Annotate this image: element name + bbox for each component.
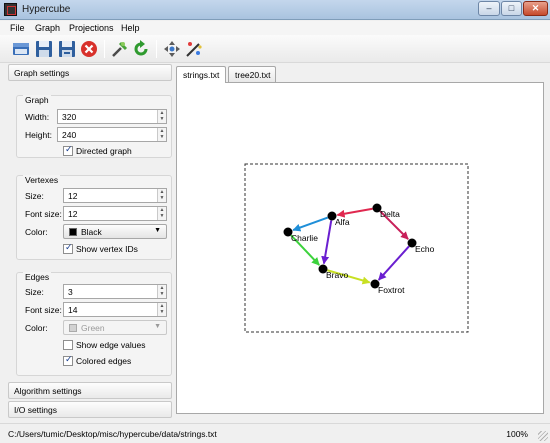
graph-vertex-label-delta: Delta: [380, 209, 400, 219]
edge-size-spinbox[interactable]: 3 ▲ ▼: [63, 284, 167, 299]
toolbar-separator: [156, 40, 157, 58]
edges-group-label: Edges: [23, 272, 52, 282]
app-icon: [4, 3, 17, 16]
vertex-color-swatch: [69, 228, 77, 236]
directed-graph-label: Directed graph: [76, 146, 132, 156]
edge-color-value: Green: [81, 323, 105, 333]
maximize-button[interactable]: □: [501, 1, 522, 16]
toolbar: [0, 35, 550, 63]
status-file-path: C:/Users/tumic/Desktop/misc/hypercube/da…: [8, 429, 217, 439]
menu-help[interactable]: Help: [121, 23, 140, 33]
show-vertex-ids-checkbox[interactable]: [63, 242, 73, 254]
show-vertex-ids-label: Show vertex IDs: [76, 244, 138, 254]
vertex-color-value: Black: [81, 227, 102, 237]
vertex-size-spin-arrows[interactable]: ▲ ▼: [157, 189, 166, 202]
width-spinbox[interactable]: 320 ▲ ▼: [57, 109, 167, 124]
vertex-size-spinbox[interactable]: 12 ▲ ▼: [63, 188, 167, 203]
edge-color-label: Color:: [25, 323, 48, 333]
vertex-color-label: Color:: [25, 227, 48, 237]
edges-group: Edges Size: 3 ▲ ▼ Font size: 14 ▲ ▼ Color:…: [16, 272, 172, 376]
close-file-icon[interactable]: [79, 39, 99, 59]
resize-grip[interactable]: [538, 431, 548, 441]
open-icon[interactable]: [11, 39, 31, 59]
save-as-icon[interactable]: [57, 39, 77, 59]
chevron-down-icon: ▼: [154, 323, 161, 330]
edge-color-combo[interactable]: Green ▼: [63, 320, 167, 335]
chevron-down-icon: ▼: [154, 227, 161, 234]
edge-font-size-label: Font size:: [25, 305, 62, 315]
transform-icon[interactable]: [110, 39, 130, 59]
graph-edge-alfa-bravo: [321, 220, 333, 265]
vertexes-group-label: Vertexes: [23, 175, 61, 185]
menu-projections[interactable]: Projections: [69, 23, 114, 33]
width-spin-arrows[interactable]: ▲ ▼: [157, 110, 166, 123]
graph-canvas[interactable]: Delta Alfa Charlie Echo Bravo Foxtrot: [176, 82, 544, 414]
graph-group-label: Graph: [23, 95, 51, 105]
save-icon[interactable]: [34, 39, 54, 59]
status-zoom: 100%: [506, 429, 528, 439]
graph-edge-delta-alfa: [336, 207, 373, 218]
vertexes-group: Vertexes Size: 12 ▲ ▼ Font size: 12 ▲ ▼ Co…: [16, 175, 172, 260]
vertex-font-size-spin-arrows[interactable]: ▲ ▼: [157, 207, 166, 220]
colored-edges-label: Colored edges: [76, 356, 132, 366]
graph-vertex-label-foxtrot: Foxtrot: [378, 285, 405, 295]
graph-vertex-label-charlie: Charlie: [291, 233, 318, 243]
edge-font-size-value: 14: [68, 305, 78, 315]
close-window-button[interactable]: ✕: [523, 1, 548, 16]
menu-bar: File Graph Projections Help: [0, 21, 550, 35]
graph-bounding-box: [244, 163, 469, 333]
status-bar: C:/Users/tumic/Desktop/misc/hypercube/da…: [0, 423, 550, 443]
height-value: 240: [62, 130, 77, 140]
minimize-button[interactable]: –: [478, 1, 500, 16]
vertex-color-combo[interactable]: Black ▼: [63, 224, 167, 239]
tab-strings[interactable]: strings.txt: [176, 66, 226, 83]
color-icon[interactable]: [184, 39, 204, 59]
menu-file[interactable]: File: [10, 23, 25, 33]
vertex-font-size-spinbox[interactable]: 12 ▲ ▼: [63, 206, 167, 221]
toolbar-separator: [104, 40, 105, 58]
width-value: 320: [62, 112, 77, 122]
graph-view[interactable]: Delta Alfa Charlie Echo Bravo Foxtrot: [177, 83, 543, 413]
window-title: Hypercube: [22, 4, 71, 15]
edge-size-spin-arrows[interactable]: ▲ ▼: [157, 285, 166, 298]
menu-graph[interactable]: Graph: [35, 23, 60, 33]
title-bar: Hypercube – □ ✕: [0, 0, 550, 20]
directed-graph-checkbox[interactable]: [63, 144, 73, 156]
show-edge-values-checkbox[interactable]: [63, 340, 73, 350]
graph-vertex-label-echo: Echo: [415, 244, 435, 254]
graph-settings-header[interactable]: Graph settings: [8, 64, 172, 81]
edge-color-swatch: [69, 324, 77, 332]
graph-vertex-label-alfa: Alfa: [335, 217, 350, 227]
refresh-icon[interactable]: [131, 39, 151, 59]
graph-group: Graph Width: 320 ▲▼ Height: 240 ▲▼ Direc…: [16, 95, 172, 158]
graph-edge-echo-foxtrot: [377, 245, 410, 281]
vertex-size-label: Size:: [25, 191, 44, 201]
edge-font-size-spin-arrows[interactable]: ▲ ▼: [157, 303, 166, 316]
io-settings-header[interactable]: I/O settings: [8, 401, 172, 418]
height-label: Height:: [25, 130, 52, 140]
algorithm-settings-header[interactable]: Algorithm settings: [8, 382, 172, 399]
move-icon[interactable]: [162, 39, 182, 59]
vertex-size-value: 12: [68, 191, 78, 201]
height-spin-arrows[interactable]: ▲ ▼: [157, 128, 166, 141]
graph-vertex-label-bravo: Bravo: [326, 270, 348, 280]
colored-edges-checkbox[interactable]: [63, 354, 73, 366]
width-label: Width:: [25, 112, 50, 122]
edge-size-value: 3: [68, 287, 73, 297]
vertex-font-size-value: 12: [68, 209, 78, 219]
vertex-font-size-label: Font size:: [25, 209, 62, 219]
show-edge-values-label: Show edge values: [76, 340, 146, 350]
edge-size-label: Size:: [25, 287, 44, 297]
edge-font-size-spinbox[interactable]: 14 ▲ ▼: [63, 302, 167, 317]
height-spinbox[interactable]: 240 ▲ ▼: [57, 127, 167, 142]
tab-tree20[interactable]: tree20.txt: [228, 66, 276, 82]
settings-panel: Graph settings Graph Width: 320 ▲ ▼ Heigh…: [8, 64, 172, 418]
graph-edge-alfa-charlie: [292, 216, 329, 232]
